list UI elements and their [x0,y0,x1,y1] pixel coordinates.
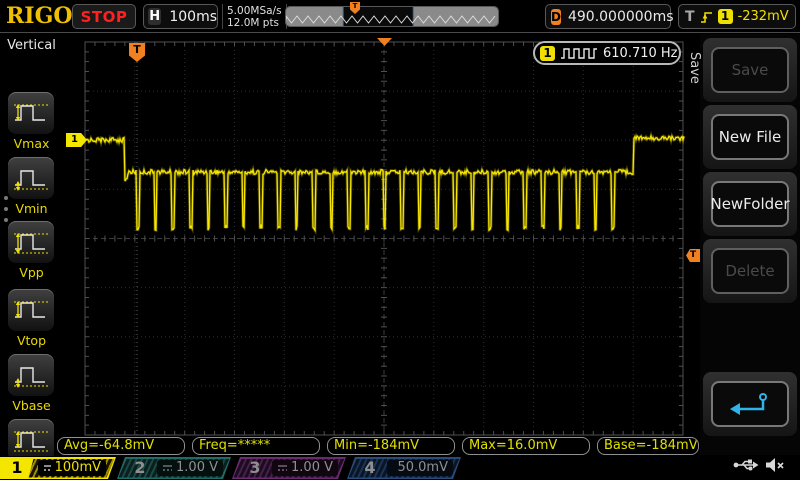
usb-icon [733,458,759,472]
softkey-slot: NewFolder [703,172,797,236]
measurement-avg[interactable]: Avg=-64.8mV [57,437,185,455]
save-button[interactable]: Save [711,47,789,93]
vmax-icon[interactable] [8,92,54,134]
vpp-icon[interactable] [8,221,54,263]
vtop-icon[interactable] [8,289,54,331]
measurement-min[interactable]: Min=-184mV [327,437,455,455]
frequency-value: 610.710 Hz [603,46,678,61]
frequency-counter: 1 610.710 Hz [533,41,681,65]
save-menu-title: Save [687,52,702,84]
channel-status-bar: 1 100mV 2 1.00 V 3 1.00 V [0,456,800,480]
save-menu: Save Save New File NewFolder Delete [700,34,800,455]
freq-channel-badge: 1 [540,46,555,61]
softkey-slot [703,372,797,436]
channel3-scale: 1.00 V [291,460,333,476]
oscilloscope-screen: { "brand": "RIGOL", "topbar": { "stop_la… [0,0,800,480]
horizontal-timebase-box[interactable]: H 100ms [143,4,218,29]
sample-rate: 5.00MSa/s [227,5,282,17]
channel2-scale: 1.00 V [176,460,218,476]
vbase-icon[interactable] [8,354,54,396]
trigger-status-box[interactable]: T 1 -232mV [678,4,796,29]
coupling-icon [162,463,172,473]
trigger-label: T [685,9,695,25]
top-status-bar: RIGOL STOP H 100ms 5.00MSa/s 12.0M pts T… [0,0,800,33]
acquisition-info: 5.00MSa/s 12.0M pts [222,4,287,29]
trigger-delay-value: 490.000000ms [568,9,674,25]
vamp-icon[interactable] [8,419,54,461]
channel2-status[interactable]: 2 1.00 V [117,457,231,479]
return-arrow-icon [727,392,773,416]
trigger-delay-box[interactable]: D 490.000000ms [545,4,671,29]
menu-page-indicator [4,196,8,229]
system-status-icons [733,457,785,473]
trigger-level-value: -232mV [738,9,789,24]
trigger-source-badge: 1 [718,9,733,24]
memory-depth: 12.0M pts [227,17,282,29]
rising-edge-icon [700,9,713,25]
square-wave-icon [560,47,598,60]
run-stop-status[interactable]: STOP [72,4,136,29]
measurement-freq[interactable]: Freq=***** [192,437,320,455]
channel4-status[interactable]: 4 50.0mV [347,457,461,479]
coupling-icon [392,463,393,473]
channel1-status[interactable]: 1 100mV [0,457,116,479]
measurement-max[interactable]: Max=16.0mV [462,437,590,455]
delete-button[interactable]: Delete [711,248,789,294]
overview-waveform [286,7,498,26]
coupling-icon [43,463,51,473]
measure-menu-title: Vertical [0,38,63,53]
channel4-scale: 50.0mV [397,460,448,476]
speaker-muted-icon [765,457,785,473]
channel1-scale: 100mV [55,460,101,476]
waveform-overview-bar[interactable] [285,6,499,27]
new-file-button[interactable]: New File [711,114,789,160]
run-state-label: STOP [81,8,128,26]
new-folder-button[interactable]: NewFolder [711,181,789,227]
back-button[interactable] [711,381,789,427]
vmin-icon[interactable] [8,157,54,199]
channel3-status[interactable]: 3 1.00 V [232,457,346,479]
softkey-slot: Save [703,38,797,102]
measure-menu: Vertical Vmax Vmin Vpp Vtop Vbase Vamp [0,34,63,454]
horizontal-icon: H [148,8,161,25]
delay-icon: D [551,9,561,25]
coupling-icon [277,463,287,473]
timebase-value: 100ms [169,9,217,25]
softkey-slot: Delete [703,239,797,303]
softkey-slot: New File [703,105,797,169]
measurement-base[interactable]: Base=-184mV [597,437,699,455]
waveform-display [0,0,800,480]
